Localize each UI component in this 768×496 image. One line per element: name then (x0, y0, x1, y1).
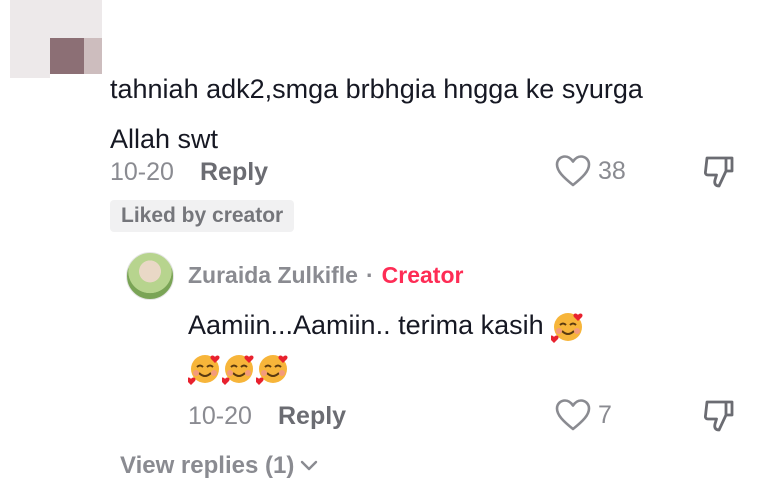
comment-text: tahniah adk2,smga brbhgia hngga ke syurg… (110, 74, 643, 154)
heart-icon (555, 155, 591, 187)
reply-like-button[interactable]: 7 (554, 398, 612, 432)
comment-date: 10-20 (110, 158, 174, 186)
smiling-hearts-emoji (256, 354, 288, 385)
dislike-icon (703, 400, 734, 432)
reply-author-name[interactable]: Zuraida Zulkifle (188, 262, 358, 289)
reply-text-body: Aamiin...Aamiin.. terima kasih (188, 310, 544, 340)
heart-icon (555, 399, 591, 431)
reply-dislike-button[interactable] (702, 398, 740, 439)
liked-by-creator-badge: Liked by creator (110, 200, 295, 232)
reply-author-line: Zuraida Zulkifle · Creator (188, 262, 463, 289)
author-separator: · (365, 262, 374, 288)
comment-dislike-button[interactable] (702, 154, 740, 195)
creator-tag: Creator (381, 262, 464, 288)
creator-avatar[interactable] (126, 252, 174, 300)
dislike-icon (703, 156, 734, 188)
reply-date: 10-20 (188, 402, 252, 430)
smiling-hearts-emoji (551, 312, 583, 343)
view-replies-button[interactable]: View replies (1) (120, 452, 318, 480)
chevron-down-icon (301, 460, 318, 471)
view-replies-label: View replies (1) (120, 452, 295, 479)
comment-reply-button[interactable]: Reply (200, 158, 268, 187)
comment-like-count: 38 (598, 156, 626, 185)
reply-reply-button[interactable]: Reply (278, 402, 346, 431)
reply-text: Aamiin...Aamiin.. terima kasih (188, 304, 708, 388)
smiling-hearts-emoji (222, 354, 254, 385)
smiling-hearts-emoji (188, 354, 220, 385)
commenter-avatar[interactable] (10, 0, 102, 78)
reply-like-count: 7 (598, 400, 612, 429)
comment-like-button[interactable]: 38 (554, 154, 626, 188)
